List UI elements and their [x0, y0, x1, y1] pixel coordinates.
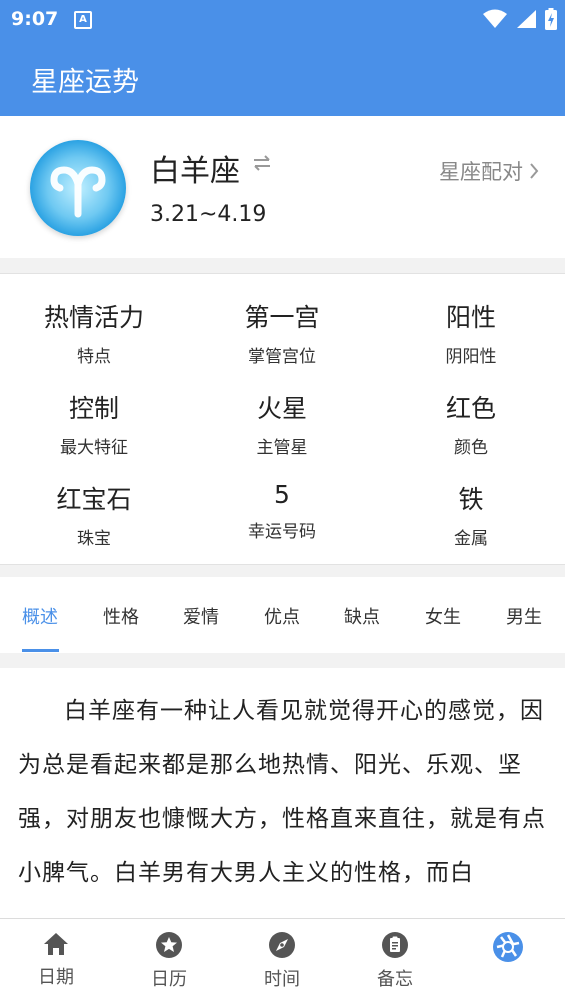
nav-label: 备忘	[377, 969, 413, 990]
attribute-cell: 铁 金属	[377, 480, 565, 549]
attribute-label: 珠宝	[77, 529, 111, 549]
nav-item-memo[interactable]: 备忘	[355, 931, 435, 991]
attribute-cell: 第一宫 掌管宫位	[188, 298, 376, 367]
tab-love[interactable]: 爱情	[183, 603, 219, 629]
nav-item-date[interactable]: 日期	[16, 931, 96, 989]
attribute-cell: 红色 颜色	[377, 389, 565, 458]
overview-text: 白羊座有一种让人看见就觉得开心的感觉，因为总是看起来都是那么地热情、阳光、乐观、…	[18, 698, 546, 886]
overview-content: 白羊座有一种让人看见就觉得开心的感觉，因为总是看起来都是那么地热情、阳光、乐观、…	[0, 668, 565, 918]
app-title: 星座运势	[31, 67, 139, 98]
attribute-cell: 火星 主管星	[188, 389, 376, 458]
attribute-value: 红色	[445, 394, 496, 423]
attribute-label: 幸运号码	[248, 522, 316, 542]
sign-dates: 3.21~4.19	[150, 202, 267, 227]
tab-bar: 概述 性格 爱情 优点 缺点 女生 男生	[0, 577, 565, 653]
tab-overview[interactable]: 概述	[22, 603, 58, 629]
attribute-cell: 5 幸运号码	[188, 480, 376, 542]
attribute-value: 5	[274, 480, 290, 509]
nav-item-shutter[interactable]	[468, 931, 548, 969]
tab-personality[interactable]: 性格	[103, 603, 139, 629]
sign-pair-link[interactable]: 星座配对	[439, 156, 539, 186]
status-bar: 9:07 A	[0, 0, 565, 38]
attribute-label: 主管星	[256, 438, 308, 458]
chevron-right-icon	[530, 163, 539, 179]
tab-female[interactable]: 女生	[425, 603, 461, 629]
wifi-icon	[483, 9, 507, 28]
signal-icon	[517, 10, 536, 28]
attribute-label: 金属	[454, 529, 488, 549]
notification-icon: A	[74, 11, 92, 29]
attribute-value: 红宝石	[56, 485, 132, 514]
attribute-label: 颜色	[454, 438, 488, 458]
attribute-value: 铁	[458, 485, 484, 514]
attribute-cell: 热情活力 特点	[0, 298, 188, 367]
nav-item-time[interactable]: 时间	[242, 931, 322, 991]
nav-label: 时间	[264, 969, 300, 990]
clipboard-icon	[382, 932, 408, 958]
tab-weaknesses[interactable]: 缺点	[344, 603, 380, 629]
attribute-label: 阴阳性	[445, 347, 497, 367]
sign-pair-label: 星座配对	[439, 160, 523, 184]
home-icon	[44, 933, 68, 955]
compass-icon	[269, 932, 295, 958]
attribute-value: 第一宫	[244, 303, 320, 332]
system-icons	[483, 8, 557, 30]
tab-indicator	[22, 649, 59, 652]
attribute-cell: 阳性 阴阳性	[377, 298, 565, 367]
attribute-label: 特点	[77, 347, 111, 367]
star-icon	[156, 932, 182, 958]
attribute-value: 火星	[256, 394, 307, 423]
app-bar: 星座运势	[0, 38, 565, 116]
attributes-grid: 热情活力 特点 第一宫 掌管宫位 阳性 阴阳性 控制 最大特征 火星 主管星 红…	[0, 273, 565, 565]
attribute-label: 最大特征	[60, 438, 128, 458]
tab-strengths[interactable]: 优点	[264, 603, 300, 629]
shutter-icon	[493, 932, 523, 962]
attribute-value: 控制	[68, 394, 119, 423]
tab-male[interactable]: 男生	[506, 603, 542, 629]
nav-label: 日历	[151, 969, 187, 990]
nav-item-calendar[interactable]: 日历	[129, 931, 209, 991]
attribute-cell: 控制 最大特征	[0, 389, 188, 458]
sign-name: 白羊座	[150, 154, 240, 189]
attribute-label: 掌管宫位	[248, 347, 316, 367]
bottom-nav: 日期 日历 时间 备忘	[0, 918, 565, 1005]
attribute-value: 阳性	[445, 303, 496, 332]
status-time: 9:07	[11, 8, 59, 30]
nav-label: 日期	[38, 967, 74, 988]
battery-icon	[545, 8, 557, 30]
swap-icon[interactable]	[252, 154, 272, 172]
attribute-cell: 红宝石 珠宝	[0, 480, 188, 549]
sign-header: 白羊座 3.21~4.19 星座配对	[0, 116, 565, 258]
attribute-value: 热情活力	[43, 303, 144, 332]
aries-icon	[30, 140, 126, 236]
